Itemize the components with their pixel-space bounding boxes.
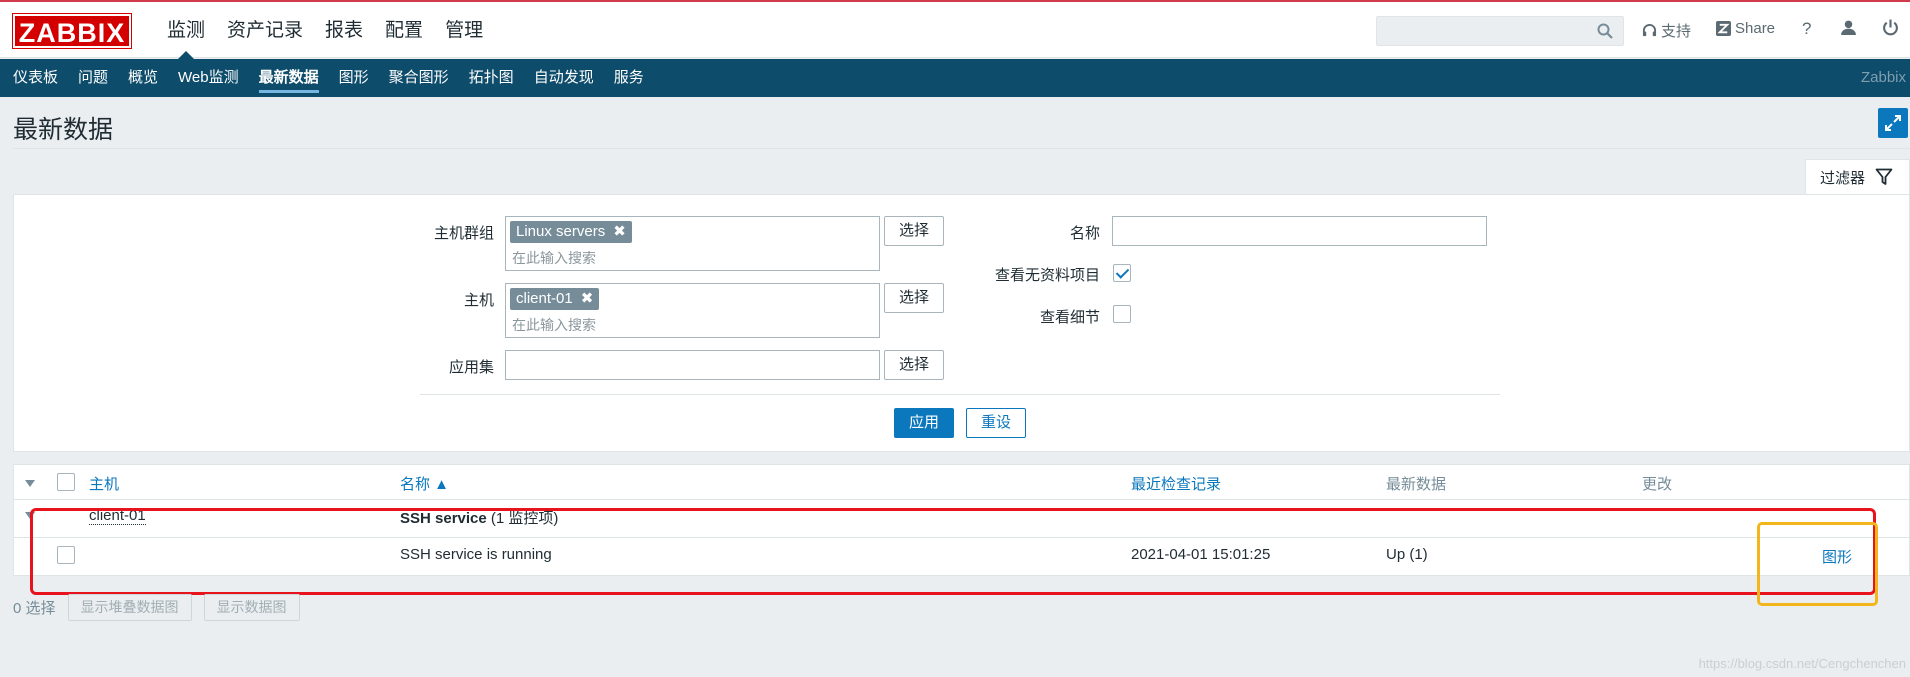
- sub-menu: 仪表板 问题 概览 Web监测 最新数据 图形 聚合图形 拓扑图 自动发现 服务…: [0, 59, 1910, 97]
- show-details-checkbox[interactable]: [1113, 305, 1131, 323]
- fullscreen-button[interactable]: [1878, 108, 1908, 138]
- support-link[interactable]: 支持: [1642, 20, 1691, 41]
- host-group-select-button[interactable]: 选择: [884, 216, 944, 246]
- help-icon[interactable]: ?: [1802, 19, 1811, 39]
- remove-tag-icon[interactable]: ✖: [581, 288, 594, 310]
- host-select-button[interactable]: 选择: [884, 283, 944, 313]
- submenu-web[interactable]: Web监测: [168, 59, 249, 97]
- reset-button[interactable]: 重设: [966, 408, 1026, 438]
- filter-tab[interactable]: 过滤器: [1805, 159, 1910, 194]
- show-details-label: 查看细节: [1039, 309, 1100, 326]
- application-label: 应用集: [448, 359, 494, 376]
- subnav-brand: Zabbix: [1860, 69, 1906, 86]
- host-group-tag: Linux servers ✖: [510, 221, 632, 243]
- host-group-tag-label: Linux servers: [516, 223, 606, 240]
- select-all-checkbox[interactable]: [57, 473, 75, 491]
- signout-icon[interactable]: [1882, 19, 1899, 41]
- name-label: 名称: [1069, 225, 1100, 242]
- menu-inventory[interactable]: 资产记录: [216, 2, 314, 58]
- share-link[interactable]: Share: [1716, 20, 1775, 37]
- host-group-label: 主机群组: [433, 225, 494, 242]
- filter-tab-label: 过滤器: [1820, 169, 1866, 187]
- title-divider: [13, 148, 1910, 149]
- apply-button[interactable]: 应用: [894, 408, 954, 438]
- submenu-screens[interactable]: 聚合图形: [379, 59, 459, 97]
- application-input[interactable]: [505, 350, 880, 380]
- application-select-button[interactable]: 选择: [884, 350, 944, 380]
- selected-count: 0 选择: [13, 600, 56, 617]
- stacked-graph-button[interactable]: 显示堆叠数据图: [67, 594, 192, 621]
- name-input[interactable]: [1112, 216, 1487, 246]
- menu-configuration[interactable]: 配置: [374, 2, 434, 58]
- graph-button[interactable]: 显示数据图: [203, 594, 300, 621]
- host-tag-label: client-01: [516, 290, 573, 307]
- search-input[interactable]: [1376, 16, 1624, 46]
- main-menu: 监测 资产记录 报表 配置 管理: [156, 2, 494, 59]
- menu-reports[interactable]: 报表: [314, 2, 374, 58]
- support-label: 支持: [1661, 23, 1692, 40]
- menu-monitoring[interactable]: 监测: [156, 2, 216, 59]
- submenu-discovery[interactable]: 自动发现: [524, 59, 604, 97]
- header: ZABBIX 监测 资产记录 报表 配置 管理 支持 Share ?: [0, 2, 1910, 59]
- watermark: https://blog.csdn.net/Cengchenchen: [1698, 656, 1906, 671]
- user-profile-icon[interactable]: [1840, 19, 1857, 41]
- menu-administration[interactable]: 管理: [434, 2, 494, 58]
- show-no-data-checkbox[interactable]: [1113, 264, 1131, 282]
- host-group-multiselect[interactable]: Linux servers ✖ 在此输入搜索: [505, 216, 880, 271]
- expand-icon: [1885, 115, 1901, 131]
- host-multiselect[interactable]: client-01 ✖ 在此输入搜索: [505, 283, 880, 338]
- table-footer: 0 选择 显示堆叠数据图 显示数据图: [13, 594, 300, 621]
- column-change: 更改: [1642, 476, 1673, 493]
- submenu-dashboard[interactable]: 仪表板: [3, 59, 68, 97]
- host-label: 主机: [463, 292, 494, 309]
- share-label: Share: [1735, 20, 1776, 37]
- filter-icon: [1875, 168, 1893, 185]
- page-title: 最新数据: [13, 116, 114, 144]
- column-name[interactable]: 名称 ▲: [400, 473, 449, 494]
- column-last-check[interactable]: 最近检查记录: [1131, 473, 1221, 494]
- highlight-rectangle-yellow: [1757, 522, 1878, 606]
- host-search-placeholder[interactable]: 在此输入搜索: [512, 315, 596, 335]
- submenu-latest-data[interactable]: 最新数据: [249, 59, 329, 97]
- host-tag: client-01 ✖: [510, 288, 600, 310]
- submenu-maps[interactable]: 拓扑图: [459, 59, 524, 97]
- collapse-all-icon[interactable]: [25, 480, 35, 488]
- submenu-problems[interactable]: 问题: [68, 59, 118, 97]
- column-host[interactable]: 主机: [89, 473, 119, 494]
- remove-tag-icon[interactable]: ✖: [613, 221, 626, 243]
- header-divider: [14, 499, 1909, 500]
- headset-icon: [1642, 24, 1657, 37]
- zabbix-logo[interactable]: ZABBIX: [12, 13, 132, 49]
- host-group-search-placeholder[interactable]: 在此输入搜索: [512, 248, 596, 268]
- search-icon[interactable]: [1597, 23, 1613, 39]
- submenu-services[interactable]: 服务: [604, 59, 654, 97]
- column-last-value: 最新数据: [1386, 476, 1447, 493]
- share-z-icon: [1716, 21, 1731, 36]
- submenu-graphs[interactable]: 图形: [329, 59, 379, 97]
- submenu-overview[interactable]: 概览: [118, 59, 168, 97]
- filter-divider: [420, 394, 1500, 395]
- highlight-rectangle-red: [30, 508, 1876, 595]
- show-no-data-label: 查看无资料项目: [994, 267, 1100, 284]
